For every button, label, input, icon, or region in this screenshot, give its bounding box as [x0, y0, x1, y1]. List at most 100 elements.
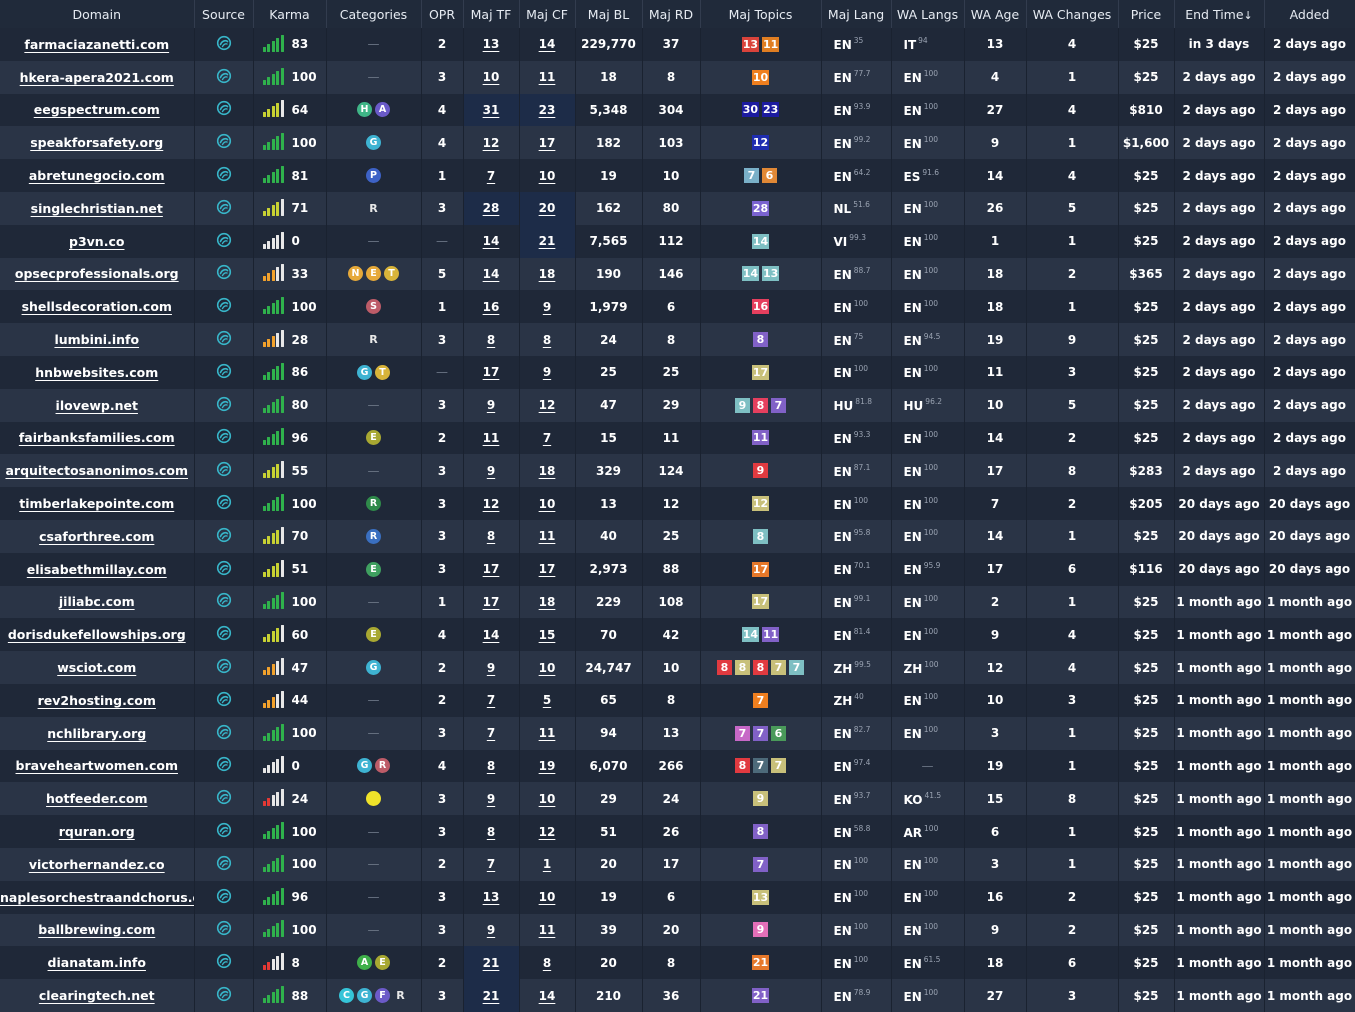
maj-cf-link[interactable]: 14 — [539, 37, 556, 51]
category-badge[interactable]: G — [357, 988, 372, 1003]
domain-link[interactable]: hkera-apera2021.com — [20, 70, 174, 85]
maj-cf-link[interactable]: 12 — [539, 825, 556, 839]
domain-link[interactable]: speakforsafety.org — [30, 135, 163, 150]
maj-tf-link[interactable]: 8 — [487, 825, 495, 839]
maj-tf-link[interactable]: 16 — [483, 300, 500, 314]
domain-link[interactable]: dorisdukefellowships.org — [8, 627, 186, 642]
source-logo-icon[interactable] — [216, 297, 232, 316]
col-maj-tf[interactable]: Maj TF — [463, 0, 520, 28]
topic-badge[interactable]: 7 — [771, 758, 786, 774]
topic-badge[interactable]: 11 — [762, 627, 780, 643]
domain-link[interactable]: braveheartwomen.com — [16, 758, 178, 773]
domain-link[interactable]: csaforthree.com — [39, 529, 154, 544]
source-logo-icon[interactable] — [216, 461, 232, 480]
source-logo-icon[interactable] — [216, 822, 232, 841]
topic-badge[interactable]: 7 — [753, 692, 768, 708]
domain-link[interactable]: rquran.org — [59, 824, 135, 839]
maj-cf-link[interactable]: 18 — [539, 267, 556, 281]
domain-link[interactable]: singlechristian.net — [31, 201, 163, 216]
topic-badge[interactable]: 14 — [741, 627, 759, 643]
source-logo-icon[interactable] — [216, 428, 232, 447]
domain-link[interactable]: p3vn.co — [69, 234, 124, 249]
topic-badge[interactable]: 8 — [735, 660, 750, 676]
topic-badge[interactable]: 17 — [751, 561, 770, 577]
maj-cf-link[interactable]: 15 — [539, 628, 556, 642]
topic-badge[interactable]: 7 — [789, 660, 804, 676]
source-logo-icon[interactable] — [216, 100, 232, 119]
topic-badge[interactable]: 7 — [753, 758, 768, 774]
source-logo-icon[interactable] — [216, 363, 232, 382]
maj-cf-link[interactable]: 18 — [539, 595, 556, 609]
col-maj-rd[interactable]: Maj RD — [642, 0, 701, 28]
domain-link[interactable]: arquitectosanonimos.com — [5, 463, 188, 478]
category-badge[interactable]: R — [366, 332, 381, 347]
maj-cf-link[interactable]: 11 — [539, 923, 556, 937]
table-row[interactable]: ilovewp.net 80—3 9 12 47 29 9 8 7 HU 81.8 HU 96.2 10 5… — [0, 388, 1355, 422]
topic-badge[interactable]: 13 — [741, 36, 759, 52]
maj-cf-link[interactable]: 10 — [539, 497, 556, 511]
maj-tf-link[interactable]: 8 — [487, 529, 495, 543]
maj-cf-link[interactable]: 11 — [539, 70, 556, 84]
topic-badge[interactable]: 7 — [744, 168, 759, 184]
source-logo-icon[interactable] — [216, 494, 232, 513]
source-logo-icon[interactable] — [216, 756, 232, 775]
category-badge[interactable]: E — [366, 627, 381, 643]
topic-badge[interactable]: 17 — [751, 364, 770, 380]
topic-badge[interactable]: 21 — [751, 955, 770, 971]
source-logo-icon[interactable] — [216, 855, 232, 874]
maj-tf-link[interactable]: 14 — [483, 234, 500, 248]
topic-badge[interactable]: 9 — [753, 791, 768, 807]
maj-tf-link[interactable]: 31 — [483, 103, 500, 117]
table-row[interactable]: hnbwebsites.com 86 G T —17 9 25 25 17 EN 100 EN 100 1… — [0, 355, 1355, 389]
category-badge[interactable]: R — [366, 201, 381, 216]
maj-cf-link[interactable]: 8 — [543, 956, 551, 970]
topic-badge[interactable]: 9 — [753, 922, 768, 938]
topic-badge[interactable]: 7 — [771, 660, 786, 676]
category-badge[interactable]: S — [366, 299, 381, 315]
topic-badge[interactable]: 13 — [762, 266, 780, 282]
topic-badge[interactable]: 9 — [735, 397, 750, 413]
category-badge[interactable]: R — [366, 528, 381, 544]
col-maj-lang[interactable]: Maj Lang — [821, 0, 892, 28]
maj-cf-link[interactable]: 12 — [539, 398, 556, 412]
source-logo-icon[interactable] — [216, 199, 232, 218]
table-row[interactable]: dorisdukefellowships.org 60 E 4 14 15 70 42 14 11… — [0, 618, 1355, 652]
topic-badge[interactable]: 8 — [735, 758, 750, 774]
topic-badge[interactable]: 13 — [751, 889, 770, 905]
col-added[interactable]: Added — [1264, 0, 1355, 28]
col-opr[interactable]: OPR — [421, 0, 464, 28]
topic-badge[interactable]: 12 — [751, 496, 770, 512]
table-row[interactable]: csaforthree.com 70 R 3 8 11 40 25 8 EN 95.8 EN 100 14… — [0, 519, 1355, 553]
topic-badge[interactable]: 17 — [751, 594, 770, 610]
maj-cf-link[interactable]: 19 — [539, 759, 556, 773]
topic-badge[interactable]: 6 — [762, 168, 777, 184]
topic-badge[interactable]: 7 — [753, 725, 768, 741]
maj-tf-link[interactable]: 21 — [483, 989, 500, 1003]
maj-tf-link[interactable]: 10 — [483, 70, 500, 84]
category-badge[interactable]: E — [366, 430, 381, 446]
maj-tf-link[interactable]: 17 — [483, 562, 500, 576]
maj-tf-link[interactable]: 9 — [487, 923, 495, 937]
source-logo-icon[interactable] — [216, 658, 232, 677]
source-logo-icon[interactable] — [216, 264, 232, 283]
table-row[interactable]: arquitectosanonimos.com 55—3 9 18 329 124 9 EN 8… — [0, 454, 1355, 488]
table-row[interactable]: eegspectrum.com 64 H A 4 31 23 5,348 304 30 23 EN 93… — [0, 93, 1355, 127]
maj-cf-link[interactable]: 10 — [539, 890, 556, 904]
domain-link[interactable]: farmaciazanetti.com — [24, 37, 169, 52]
maj-tf-link[interactable]: 8 — [487, 759, 495, 773]
table-row[interactable]: victorhernandez.co 100—2 7 1 20 17 7 EN 100 EN 100… — [0, 847, 1355, 881]
category-badge[interactable]: G — [357, 364, 372, 380]
topic-badge[interactable]: 14 — [741, 266, 759, 282]
maj-tf-link[interactable]: 28 — [483, 201, 500, 215]
maj-tf-link[interactable]: 11 — [483, 431, 500, 445]
maj-tf-link[interactable]: 7 — [487, 693, 495, 707]
table-row[interactable]: dianatam.info 8 A E 2 21 8 20 8 21 EN 100 EN 61.5 18 6 $… — [0, 946, 1355, 980]
maj-cf-link[interactable]: 20 — [539, 201, 556, 215]
topic-badge[interactable]: 8 — [753, 397, 768, 413]
col-domain[interactable]: Domain — [0, 0, 195, 28]
source-logo-icon[interactable] — [216, 691, 232, 710]
maj-cf-link[interactable]: 9 — [543, 365, 551, 379]
domain-link[interactable]: dianatam.info — [48, 955, 146, 970]
maj-cf-link[interactable]: 8 — [543, 333, 551, 347]
category-badge[interactable]: R — [366, 496, 381, 512]
